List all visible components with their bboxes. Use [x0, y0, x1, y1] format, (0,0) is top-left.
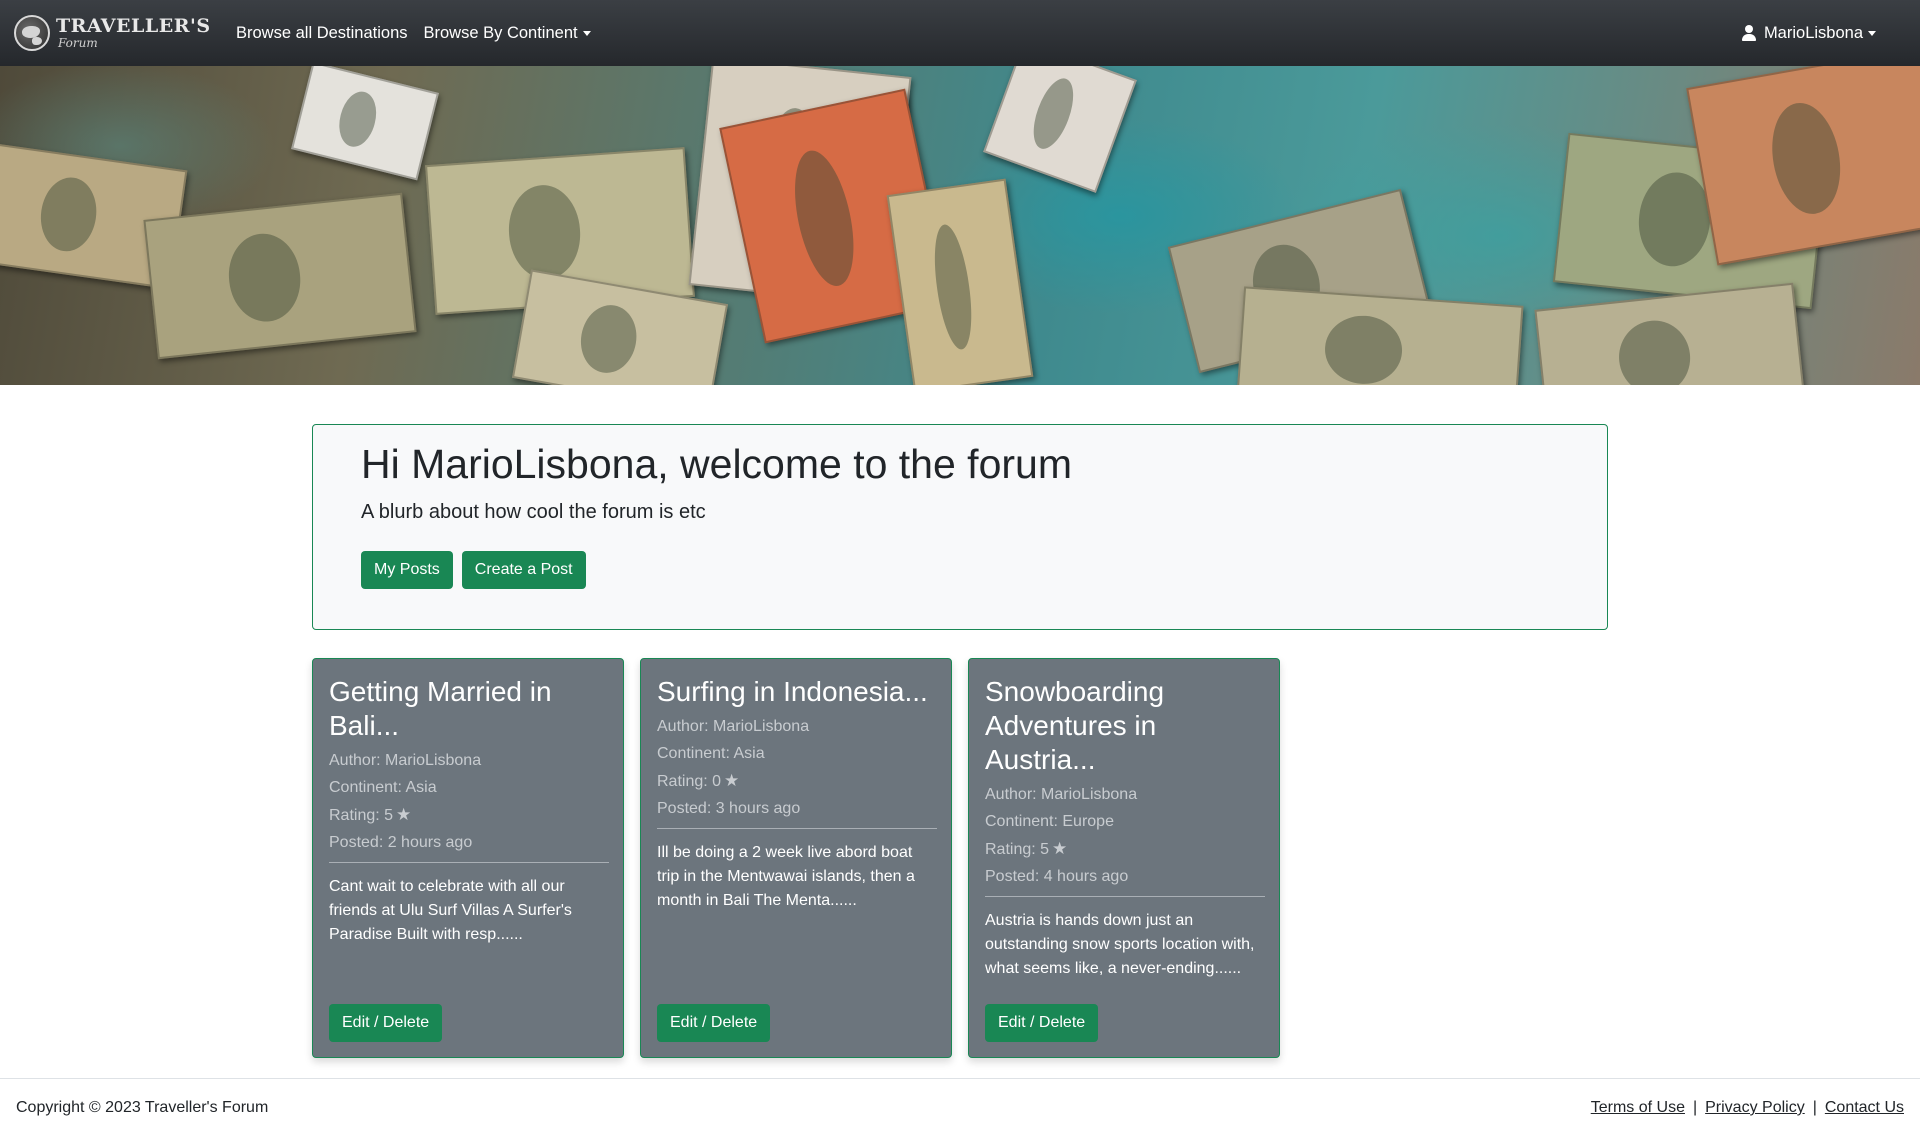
post-continent: Continent: Asia [329, 779, 437, 796]
footer-links: Terms of Use | Privacy Policy | Contact … [1591, 1099, 1904, 1117]
footer: Copyright © 2023 Traveller's Forum Terms… [0, 1078, 1920, 1140]
page-title: Hi MarioLisbona, welcome to the forum [361, 441, 1072, 487]
post-card[interactable]: Getting Married in Bali... Author: Mario… [312, 658, 624, 1058]
post-timestamp: Posted: 2 hours ago [329, 834, 473, 851]
edit-delete-button[interactable]: Edit / Delete [657, 1004, 771, 1042]
terms-of-use-link[interactable]: Terms of Use [1591, 1099, 1685, 1117]
star-icon: ★ [1052, 839, 1068, 858]
my-posts-button[interactable]: My Posts [361, 551, 453, 589]
post-excerpt: Austria is hands down just an outstandin… [985, 912, 1255, 977]
welcome-blurb: A blurb about how cool the forum is etc [361, 501, 706, 523]
post-excerpt: Cant wait to celebrate with all our frie… [329, 878, 572, 943]
nav-browse-by-continent-dropdown[interactable]: Browse By Continent [424, 24, 591, 43]
post-author: Author: MarioLisbona [985, 786, 1138, 803]
divider [985, 896, 1265, 897]
edit-delete-button[interactable]: Edit / Delete [985, 1004, 1099, 1042]
post-rating: Rating: 0 ★ [657, 771, 740, 790]
separator: | [1692, 1099, 1698, 1116]
nav-links: Browse all Destinations Browse By Contin… [236, 0, 591, 66]
post-card[interactable]: Snowboarding Adventures in Austria... Au… [968, 658, 1280, 1058]
hero-banner-image [0, 66, 1920, 385]
caret-down-icon [582, 30, 591, 36]
post-meta: Author: MarioLisbona Continent: Asia Rat… [329, 747, 609, 856]
post-rating: Rating: 5 ★ [329, 805, 412, 824]
star-icon: ★ [396, 805, 412, 824]
contact-us-link[interactable]: Contact Us [1825, 1099, 1904, 1117]
brand-name: TRAVELLER'S [56, 15, 211, 37]
username: MarioLisbona [1763, 23, 1863, 42]
caret-down-icon [1868, 30, 1876, 36]
post-continent: Continent: Europe [985, 813, 1114, 830]
divider [657, 828, 937, 829]
user-menu-dropdown[interactable]: MarioLisbona [1741, 0, 1876, 66]
jumbotron-actions: My Posts Create a Post [361, 551, 586, 589]
separator: | [1812, 1099, 1817, 1116]
globe-icon [14, 15, 50, 51]
post-continent: Continent: Asia [657, 745, 765, 762]
create-post-button[interactable]: Create a Post [461, 551, 586, 589]
navbar: TRAVELLER'S Forum Browse all Destination… [0, 0, 1920, 66]
divider [329, 862, 609, 863]
brand-subtitle: Forum [58, 36, 98, 50]
edit-delete-button[interactable]: Edit / Delete [329, 1004, 443, 1042]
post-meta: Author: MarioLisbona Continent: Europe R… [985, 781, 1265, 890]
post-title: Snowboarding Adventures in Austria... [985, 676, 1165, 775]
privacy-policy-link[interactable]: Privacy Policy [1705, 1099, 1805, 1117]
post-rating: Rating: 5 ★ [985, 839, 1068, 858]
post-author: Author: MarioLisbona [657, 718, 810, 735]
welcome-jumbotron: Hi MarioLisbona, welcome to the forum A … [312, 424, 1608, 630]
post-timestamp: Posted: 3 hours ago [657, 800, 801, 817]
post-excerpt: Ill be doing a 2 week live abord boat tr… [657, 844, 915, 909]
post-timestamp: Posted: 4 hours ago [985, 868, 1129, 885]
user-icon [1741, 25, 1756, 41]
post-author: Author: MarioLisbona [329, 752, 482, 769]
nav-browse-all-destinations[interactable]: Browse all Destinations [236, 24, 408, 43]
post-title: Getting Married in Bali... [329, 676, 552, 741]
brand-logo[interactable]: TRAVELLER'S Forum [14, 13, 211, 53]
copyright-text: Copyright © 2023 Traveller's Forum [16, 1099, 269, 1116]
post-card[interactable]: Surfing in Indonesia... Author: MarioLis… [640, 658, 952, 1058]
star-icon: ★ [724, 771, 740, 790]
post-title: Surfing in Indonesia... [657, 676, 928, 707]
post-meta: Author: MarioLisbona Continent: Asia Rat… [657, 713, 937, 822]
